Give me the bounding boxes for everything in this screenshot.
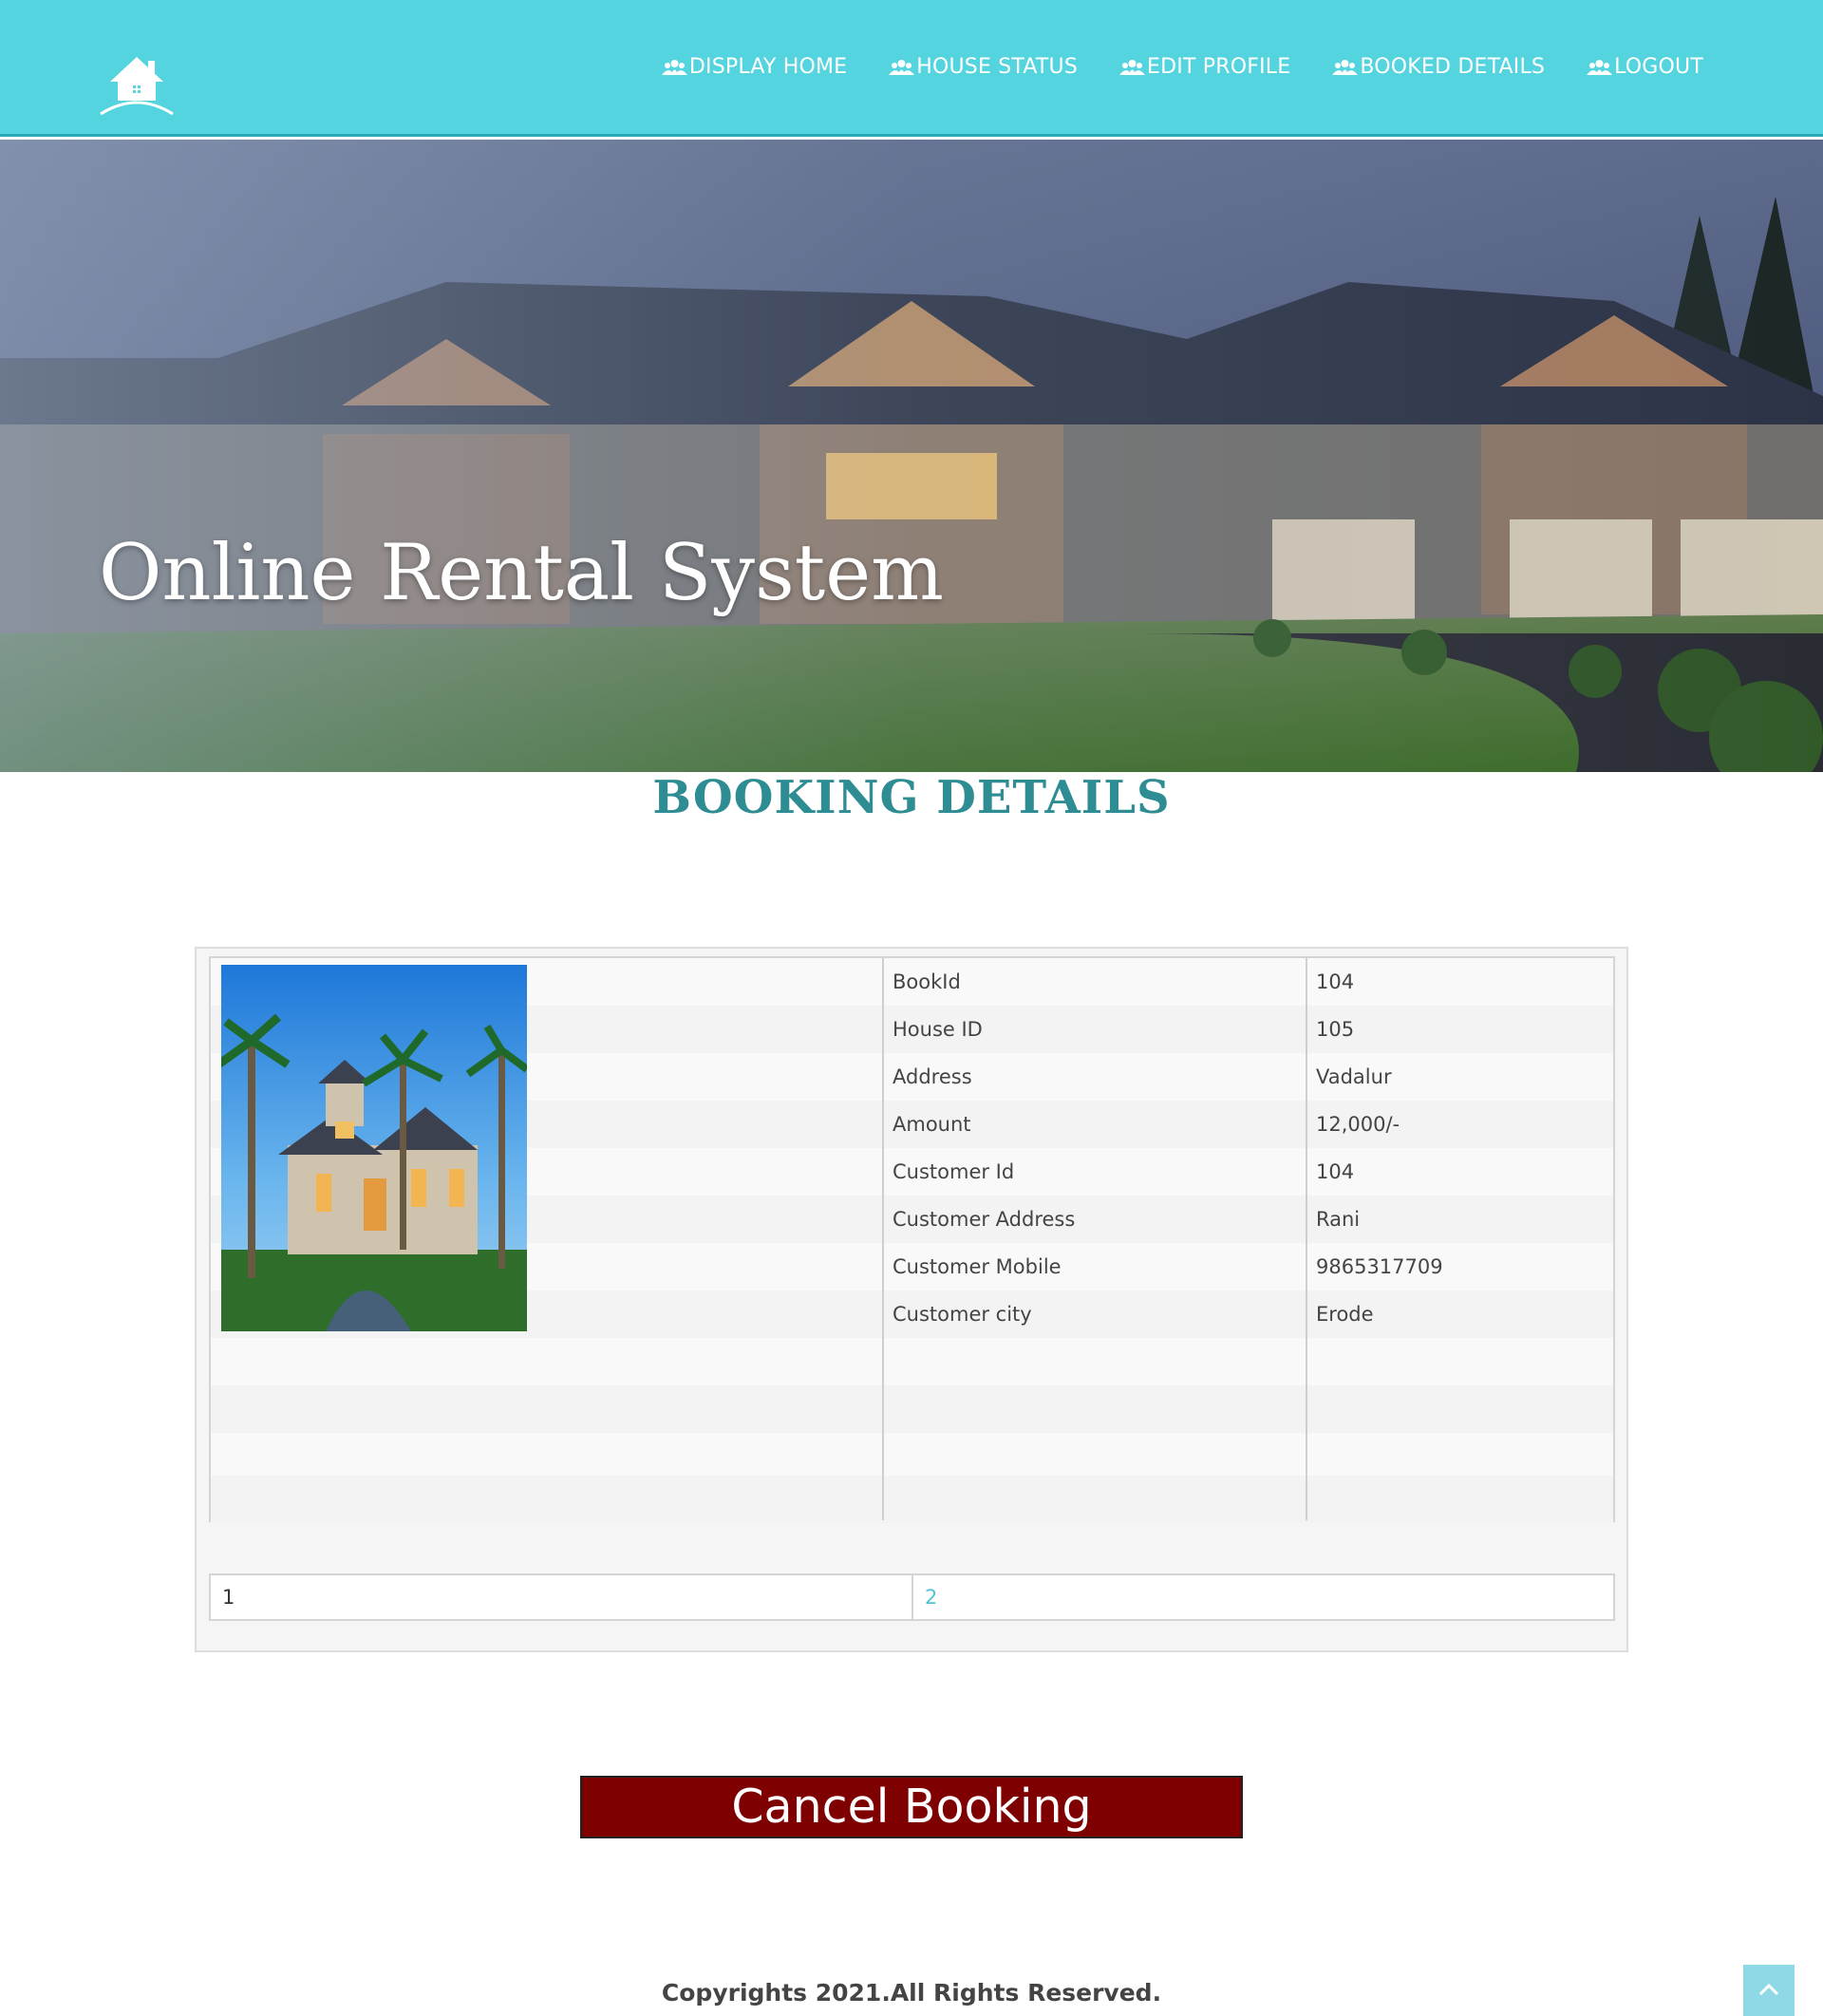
page-1-current: 1: [211, 1575, 913, 1619]
field-value-address: Vadalur: [1316, 1065, 1392, 1088]
hero-banner: Online Rental System: [0, 140, 1823, 772]
cancel-booking-button[interactable]: Cancel Booking: [580, 1776, 1243, 1838]
booking-panel: BookId House ID Address Amount Customer …: [195, 947, 1628, 1652]
field-value-amount: 12,000/-: [1316, 1113, 1400, 1136]
field-value-house-id: 105: [1316, 1018, 1355, 1041]
field-label-customer-mobile: Customer Mobile: [893, 1255, 1062, 1278]
nav-label: LOGOUT: [1614, 55, 1703, 79]
field-label-customer-city: Customer city: [893, 1303, 1032, 1326]
main-nav: DISPLAY HOME HOUSE STATUS EDIT PROFILE B…: [661, 55, 1703, 79]
nav-display-home[interactable]: DISPLAY HOME: [661, 55, 848, 79]
table-row: [211, 1338, 1613, 1385]
table-row: [211, 1433, 1613, 1480]
nav-label: EDIT PROFILE: [1147, 55, 1291, 79]
table-row: [211, 1476, 1613, 1523]
hero-house-image: [0, 140, 1823, 772]
field-value-customer-city: Erode: [1316, 1303, 1374, 1326]
field-label-customer-address: Customer Address: [893, 1208, 1076, 1231]
table-row: [211, 1385, 1613, 1433]
field-value-customer-address: Rani: [1316, 1208, 1361, 1231]
nav-house-status[interactable]: HOUSE STATUS: [889, 55, 1078, 79]
nav-label: BOOKED DETAILS: [1360, 55, 1546, 79]
field-value-bookid: 104: [1316, 970, 1355, 993]
page-2-link[interactable]: 2: [913, 1575, 1615, 1619]
hero-title: Online Rental System: [99, 529, 944, 618]
users-icon: [1119, 59, 1146, 75]
field-label-customer-id: Customer Id: [893, 1160, 1015, 1183]
column-divider: [882, 958, 884, 1520]
nav-label: DISPLAY HOME: [688, 55, 848, 79]
field-label-amount: Amount: [893, 1113, 971, 1136]
house-photo[interactable]: [221, 965, 527, 1331]
field-label-bookid: BookId: [893, 970, 961, 993]
users-icon: [1587, 59, 1613, 75]
nav-label: HOUSE STATUS: [916, 55, 1079, 79]
nav-edit-profile[interactable]: EDIT PROFILE: [1119, 55, 1290, 79]
pagination: 1 2: [209, 1573, 1615, 1621]
users-icon: [661, 59, 687, 75]
section-title: BOOKING DETAILS: [652, 771, 1171, 824]
field-value-customer-id: 104: [1316, 1160, 1355, 1183]
footer-copyright: Copyrights 2021.All Rights Reserved.: [661, 1979, 1162, 2007]
nav-booked-details[interactable]: BOOKED DETAILS: [1332, 55, 1545, 79]
users-icon: [1332, 59, 1359, 75]
users-icon: [889, 59, 915, 75]
top-navbar: DISPLAY HOME HOUSE STATUS EDIT PROFILE B…: [0, 0, 1823, 137]
nav-logout[interactable]: LOGOUT: [1587, 55, 1703, 79]
field-label-address: Address: [893, 1065, 972, 1088]
field-label-house-id: House ID: [893, 1018, 983, 1041]
house-logo-icon[interactable]: [99, 53, 175, 116]
column-divider: [1306, 958, 1307, 1520]
booking-details-table: BookId House ID Address Amount Customer …: [209, 956, 1615, 1523]
field-value-customer-mobile: 9865317709: [1316, 1255, 1443, 1278]
